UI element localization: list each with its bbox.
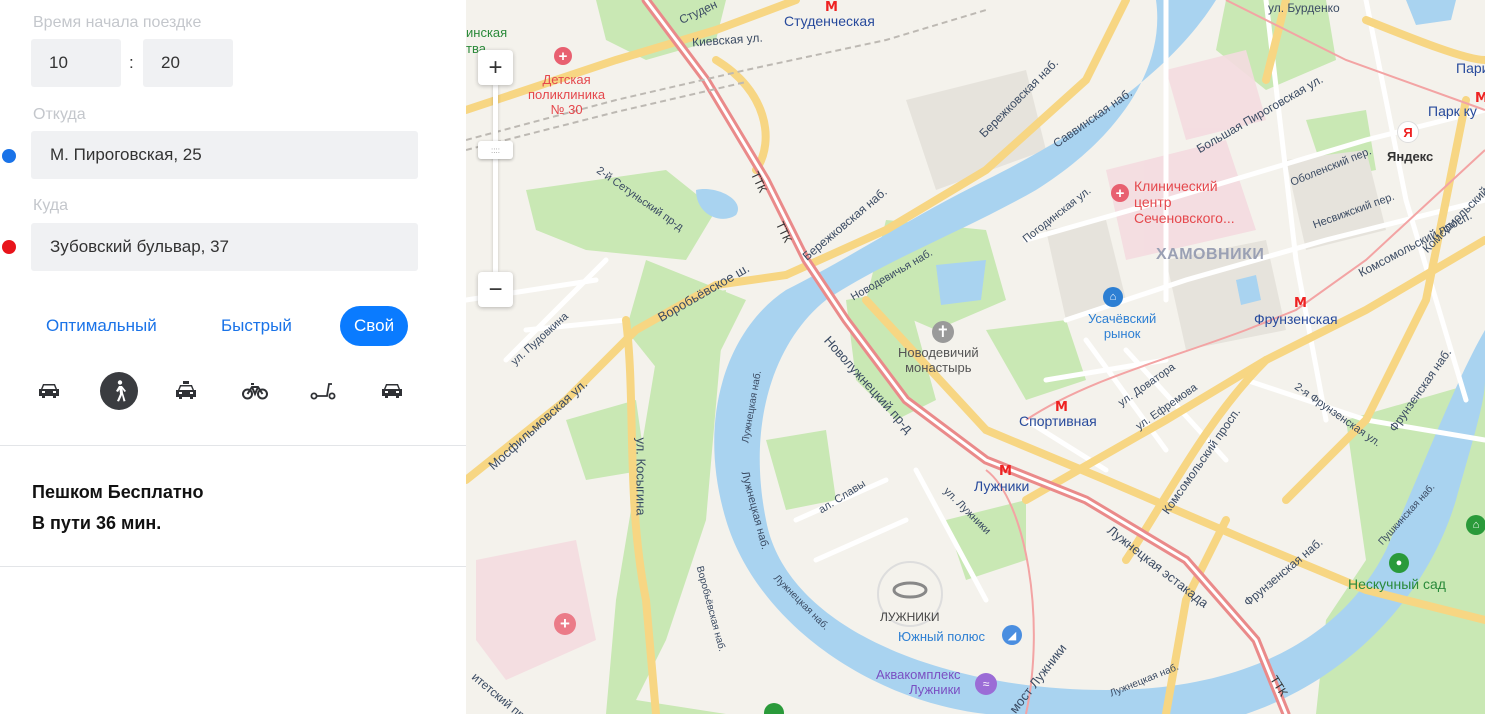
scooter-icon[interactable] [304,372,342,410]
metro-station-label[interactable]: Фрунзенская [1254,312,1338,326]
time-separator: : [129,53,134,72]
park-icon[interactable]: ● [1389,553,1409,573]
water-park-label[interactable]: Аквакомплекс Лужники [876,667,961,698]
hospital-icon[interactable]: + [554,47,572,65]
metro-station-label[interactable]: Спортивная [1019,414,1097,428]
zoom-in-button[interactable]: + [478,50,513,85]
monastery-label[interactable]: Новодевичий монастырь [898,345,979,376]
to-label: Куда [33,197,69,214]
district-label: ХАМОВНИКИ [1156,246,1265,263]
to-address-field[interactable]: Зубовский бульвар, 37 [31,223,418,271]
metro-station-label[interactable]: Студенческая [784,14,875,28]
result-duration: В пути 36 мин. [32,513,162,533]
route-mode-fast[interactable]: Быстрый [221,306,292,346]
car-sharing-icon[interactable] [373,372,411,410]
street-label: ул. Бурденко [1268,1,1340,15]
yandex-logo-icon[interactable]: Я [1397,121,1419,143]
company-label[interactable]: Яндекс [1387,150,1433,163]
result-cost: Пешком Бесплатно [32,482,204,502]
route-mode-optimal[interactable]: Оптимальный [46,306,157,346]
from-marker-dot [2,149,16,163]
start-time-label: Время начала поездке [33,14,202,31]
monastery-icon[interactable]: ✝ [932,321,954,343]
divider [0,566,466,567]
metro-station-label[interactable]: Парк ку [1428,104,1477,118]
place-label: инская [466,25,508,40]
zoom-track[interactable] [493,85,498,272]
metro-icon[interactable]: M [999,464,1012,479]
zoom-out-button[interactable]: − [478,272,513,307]
pedestrian-icon[interactable] [100,372,138,410]
to-marker-dot [2,240,16,254]
from-address-field[interactable]: М. Пироговская, 25 [31,131,418,179]
museum-icon[interactable]: ⌂ [1466,515,1485,535]
hospital-icon[interactable]: + [1111,184,1129,202]
start-minutes-field[interactable]: 20 [143,39,233,87]
zoom-slider-handle[interactable]: :::: [478,141,513,159]
hospital-icon[interactable]: + [554,613,576,635]
car-icon[interactable] [30,372,68,410]
divider [0,445,466,446]
metro-station-label[interactable]: Пари [1456,61,1485,75]
skating-rink-icon[interactable]: ◢ [1002,625,1022,645]
stadium-label[interactable]: ЛУЖНИКИ [880,611,939,623]
start-hours-field[interactable]: 10 [31,39,121,87]
street-label: ул. Косыгина [633,437,649,516]
market-label[interactable]: Усачёвский рынок [1088,311,1156,342]
route-mode-custom[interactable]: Свой [340,306,409,346]
rink-label[interactable]: Южный полюс [898,630,985,643]
park-label[interactable]: Нескучный сад [1348,577,1446,591]
metro-icon[interactable]: M [1294,296,1307,311]
route-panel: Время начала поездке 10 : 20 Откуда М. П… [0,0,466,714]
water-park-icon[interactable]: ≈ [975,673,997,695]
clinic-label[interactable]: Клинический центр Сеченовского... [1134,178,1235,226]
metro-station-label[interactable]: Лужники [974,479,1029,493]
from-label: Откуда [33,106,86,123]
bicycle-icon[interactable] [236,372,274,410]
taxi-icon[interactable] [167,372,205,410]
market-icon[interactable]: ⌂ [1103,287,1123,307]
clinic-label[interactable]: Детская поликлиника № 30 [528,72,605,118]
map-view[interactable]: + + + ✝ ⌂ Я ● ◢ ≈ ⌂ M M M M M ул. Бурден… [466,0,1485,714]
